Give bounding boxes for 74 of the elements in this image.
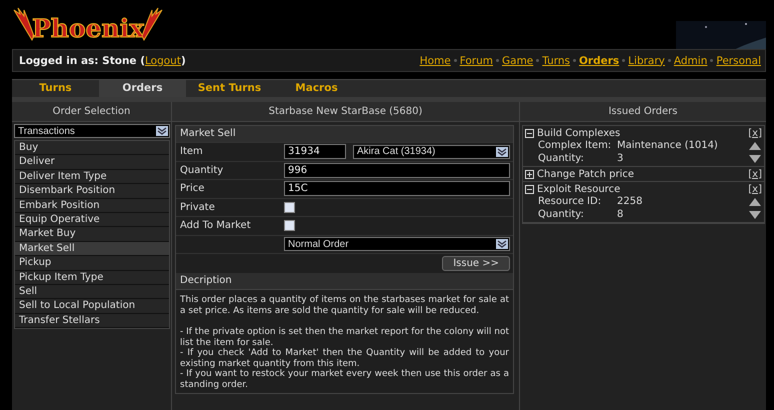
order-type-item[interactable]: Deliver — [15, 155, 169, 170]
tab[interactable]: Macros — [273, 80, 360, 97]
form-title: Market Sell — [176, 126, 513, 142]
description-text: - If the private option is set then the market report for the colony will not list the item for sale. — [180, 327, 509, 348]
field-label: Quantity: — [538, 209, 585, 220]
issue-button[interactable]: Issue >> — [442, 256, 510, 271]
dropdown[interactable]: Transactions — [14, 124, 170, 138]
remove-link[interactable]: [x] — [748, 184, 762, 194]
checkbox[interactable] — [284, 220, 295, 232]
checkbox[interactable] — [284, 202, 295, 213]
order-title[interactable]: Change Patch price — [537, 168, 746, 180]
order-type-item[interactable]: Disembark Position — [15, 184, 169, 199]
nav-link[interactable]: Admin — [674, 54, 708, 66]
remove-link[interactable]: [x] — [748, 128, 762, 138]
nav-link[interactable]: Forum — [460, 54, 493, 66]
order-type-item[interactable]: Market Sell — [15, 242, 169, 256]
nav-link[interactable]: Personal — [716, 54, 761, 66]
input-field[interactable]: 996 — [284, 162, 510, 178]
field-label: Complex Item: — [538, 140, 612, 151]
order-type-item[interactable]: Equip Operative — [15, 212, 169, 228]
chevron-icon — [496, 146, 508, 157]
move-down-icon[interactable] — [748, 209, 762, 220]
order-type-item[interactable]: Deliver Item Type — [15, 170, 169, 184]
nav-link[interactable]: Library — [628, 54, 665, 66]
dropdown[interactable]: Normal Order — [284, 237, 510, 252]
dropdown[interactable]: Akira Cat (31934) — [353, 144, 510, 159]
chevron-icon — [496, 239, 508, 250]
field-label: Resource ID: — [538, 196, 602, 207]
move-up-icon[interactable] — [748, 140, 762, 151]
chevron-icon — [156, 126, 168, 136]
nav-link[interactable]: Home — [420, 54, 451, 66]
nav-link[interactable]: Turns — [542, 54, 570, 66]
move-down-icon[interactable] — [748, 153, 762, 164]
field-value: 2258 — [617, 196, 644, 207]
nav-link[interactable]: Game — [502, 54, 534, 66]
order-type-item[interactable]: Embark Position — [15, 198, 169, 213]
wing-icon — [12, 6, 34, 42]
field-label: Add To Market — [180, 220, 251, 232]
field-label: Item — [180, 146, 203, 158]
order-type-item[interactable]: Pickup Item Type — [15, 270, 169, 285]
nav-link[interactable]: Orders — [579, 54, 620, 66]
section-heading: Decription — [176, 273, 513, 289]
field-label: Quantity: — [538, 153, 585, 164]
logo: Phoenix — [32, 14, 144, 42]
order-type-item[interactable]: Sell to Local Population — [15, 299, 169, 314]
field-value: 3 — [617, 153, 624, 164]
input-field[interactable]: 31934 — [284, 144, 346, 160]
tab[interactable]: Sent Turns — [186, 80, 273, 97]
description-text: This order places a quantity of items on the starbases market for sale at a set price. As items are sold the quantity for sale will be reduced. — [180, 295, 509, 316]
column-heading: Starbase New StarBase (5680) — [172, 102, 519, 122]
column-heading: Issued Orders — [520, 102, 766, 122]
order-title[interactable]: Exploit Resource — [537, 184, 746, 194]
logout-link[interactable]: Logout — [145, 54, 181, 66]
remove-link[interactable]: [x] — [748, 168, 762, 180]
column-heading: Order Selection — [12, 102, 171, 122]
input-field[interactable]: 15C — [284, 181, 510, 196]
field-value: Maintenance (1014) — [617, 140, 719, 151]
wing-icon — [142, 6, 164, 42]
order-type-item[interactable]: Transfer Stellars — [15, 314, 169, 328]
tab[interactable]: Orders — [99, 80, 186, 97]
order-type-item[interactable]: Market Buy — [15, 227, 169, 242]
field-label: Price — [180, 183, 204, 194]
field-label: Private — [180, 202, 215, 213]
field-value: 8 — [617, 209, 624, 220]
description-text: - If you check 'Add to Market' then the Quantity will be added to your existing market quantity from this item. — [180, 348, 509, 369]
move-up-icon[interactable] — [748, 196, 762, 207]
login-status: Logged in as: Stone (Logout) — [19, 54, 186, 66]
order-type-item[interactable]: Pickup — [15, 256, 169, 271]
description-text: - If you want to restock your market every week then use this order as a standing order. — [180, 369, 509, 390]
order-type-item[interactable]: Sell — [15, 284, 169, 300]
field-label: Quantity — [180, 164, 224, 176]
order-title[interactable]: Build Complexes — [537, 128, 746, 138]
tab[interactable]: Turns — [12, 80, 99, 97]
order-type-item[interactable]: Buy — [15, 141, 169, 156]
